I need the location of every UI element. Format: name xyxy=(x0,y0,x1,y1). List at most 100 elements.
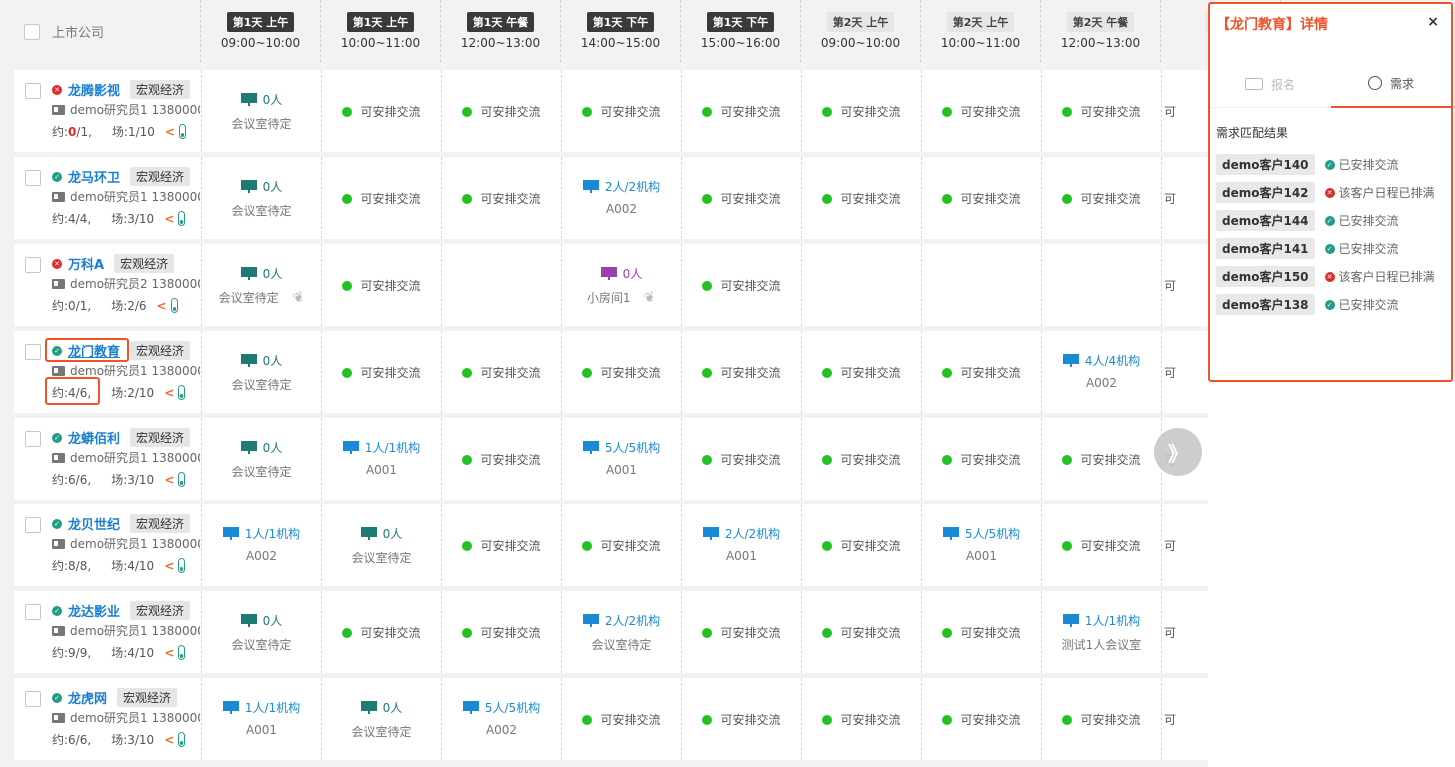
client-tag[interactable]: demo客户141 xyxy=(1216,238,1315,259)
row-checkbox[interactable] xyxy=(25,344,41,360)
share-icon[interactable]: < xyxy=(157,299,167,313)
company-name-link[interactable]: 龙达影业 xyxy=(68,601,120,620)
schedule-slot[interactable]: 可安排交流 xyxy=(921,591,1041,673)
client-tag[interactable]: demo客户144 xyxy=(1216,210,1315,231)
schedule-slot[interactable]: 可安排交流 xyxy=(441,157,561,239)
thermometer-icon[interactable] xyxy=(178,558,186,573)
schedule-slot[interactable]: 可安排交流 xyxy=(681,678,801,760)
schedule-slot[interactable]: 可安排交流 xyxy=(801,157,921,239)
thermometer-icon[interactable] xyxy=(170,298,178,313)
schedule-slot[interactable]: 2人/2机构 A002 xyxy=(561,157,681,239)
schedule-slot[interactable]: 可安排交流 xyxy=(561,678,681,760)
share-icon[interactable]: < xyxy=(164,473,174,487)
share-icon[interactable]: < xyxy=(164,646,174,660)
schedule-slot[interactable]: 可安排交流 xyxy=(321,591,441,673)
schedule-slot[interactable]: 5人/5机构 A001 xyxy=(921,504,1041,586)
schedule-slot[interactable]: 可安排交流 xyxy=(801,418,921,500)
schedule-slot[interactable]: 1人/1机构 A002 xyxy=(201,504,321,586)
row-checkbox[interactable] xyxy=(25,691,41,707)
schedule-slot[interactable]: 可安排交流 xyxy=(921,157,1041,239)
company-name-link[interactable]: 龙腾影视 xyxy=(68,80,120,99)
schedule-slot[interactable]: 可安排交流 xyxy=(441,504,561,586)
schedule-slot[interactable]: 可安排交流 xyxy=(681,157,801,239)
schedule-slot[interactable]: 可安排交流 xyxy=(681,418,801,500)
schedule-slot[interactable]: 2人/2机构 会议室待定 xyxy=(561,591,681,673)
schedule-slot[interactable]: 0人 会议室待定 xyxy=(321,504,441,586)
thermometer-icon[interactable] xyxy=(178,385,186,400)
company-name-link[interactable]: 龙虎网 xyxy=(68,688,107,707)
client-tag[interactable]: demo客户150 xyxy=(1216,266,1315,287)
schedule-slot[interactable]: 可安排交流 xyxy=(921,70,1041,152)
row-checkbox[interactable] xyxy=(25,257,41,273)
schedule-slot[interactable]: 可安排交流 xyxy=(441,591,561,673)
schedule-slot[interactable]: 0人 会议室待定 xyxy=(201,70,321,152)
schedule-slot[interactable]: 可安排交流 xyxy=(561,331,681,413)
share-icon[interactable]: < xyxy=(164,212,174,226)
schedule-slot[interactable]: 1人/1机构 A001 xyxy=(321,418,441,500)
schedule-slot[interactable]: 1人/1机构 A001 xyxy=(201,678,321,760)
schedule-slot[interactable]: 4人/4机构 A002 xyxy=(1041,331,1161,413)
schedule-slot[interactable]: 可安排交流 xyxy=(801,678,921,760)
schedule-slot[interactable]: 可安排交流 xyxy=(801,70,921,152)
schedule-slot[interactable]: 可安排交流 xyxy=(321,244,441,326)
thermometer-icon[interactable] xyxy=(178,732,186,747)
schedule-slot[interactable]: 可安排交流 xyxy=(321,331,441,413)
row-checkbox[interactable] xyxy=(25,170,41,186)
close-icon[interactable]: × xyxy=(1427,14,1439,30)
schedule-slot[interactable]: 可安排交流 xyxy=(1041,157,1161,239)
thermometer-icon[interactable] xyxy=(178,211,186,226)
company-name-link[interactable]: 龙马环卫 xyxy=(68,167,120,186)
row-checkbox[interactable] xyxy=(25,604,41,620)
schedule-slot[interactable]: 可安排交流 xyxy=(561,504,681,586)
schedule-slot[interactable]: 可安排交流 xyxy=(681,591,801,673)
schedule-slot[interactable]: 可安排交流 xyxy=(801,504,921,586)
company-name-link[interactable]: 龙贝世纪 xyxy=(68,514,120,533)
schedule-slot[interactable]: 可安排交流 xyxy=(441,418,561,500)
schedule-slot[interactable]: 可安排交流 xyxy=(1041,504,1161,586)
feather-icon[interactable]: ❦ xyxy=(290,288,306,307)
schedule-slot[interactable]: 可安排交流 xyxy=(681,331,801,413)
schedule-slot[interactable]: 可安排交流 xyxy=(801,591,921,673)
schedule-slot[interactable]: 0人 会议室待定 xyxy=(201,591,321,673)
client-tag[interactable]: demo客户140 xyxy=(1216,154,1315,175)
schedule-slot[interactable]: 可安排交流 xyxy=(561,70,681,152)
share-icon[interactable]: < xyxy=(165,125,175,139)
thermometer-icon[interactable] xyxy=(178,124,186,139)
schedule-slot[interactable]: 可安排交流 xyxy=(1041,70,1161,152)
schedule-slot[interactable]: 可安排交流 xyxy=(921,331,1041,413)
schedule-slot[interactable]: 可安排交流 xyxy=(321,157,441,239)
row-checkbox[interactable] xyxy=(25,431,41,447)
tab-signup[interactable]: 报名 xyxy=(1210,60,1330,108)
schedule-slot[interactable]: 可安排交流 xyxy=(801,331,921,413)
feather-icon[interactable]: ❦ xyxy=(642,288,658,307)
client-tag[interactable]: demo客户138 xyxy=(1216,294,1315,315)
share-icon[interactable]: < xyxy=(164,386,174,400)
thermometer-icon[interactable] xyxy=(178,645,186,660)
schedule-slot[interactable]: 5人/5机构 A001 xyxy=(561,418,681,500)
schedule-slot[interactable]: 0人 会议室待定 xyxy=(201,418,321,500)
row-checkbox[interactable] xyxy=(25,517,41,533)
schedule-slot[interactable]: 可安排交流 xyxy=(321,70,441,152)
schedule-slot[interactable]: 2人/2机构 A001 xyxy=(681,504,801,586)
schedule-slot[interactable]: 可安排交流 xyxy=(441,70,561,152)
schedule-slot[interactable]: 可安排交流 xyxy=(681,244,801,326)
schedule-slot[interactable]: 可安排交流 xyxy=(1041,678,1161,760)
scroll-right-button[interactable]: 》 xyxy=(1154,428,1202,476)
select-all-checkbox[interactable] xyxy=(24,23,40,40)
schedule-slot[interactable]: 5人/5机构 A002 xyxy=(441,678,561,760)
share-icon[interactable]: < xyxy=(164,733,174,747)
schedule-slot[interactable]: 可安排交流 xyxy=(921,418,1041,500)
row-checkbox[interactable] xyxy=(25,83,41,99)
share-icon[interactable]: < xyxy=(164,559,174,573)
schedule-slot[interactable]: 0人 会议室待定 xyxy=(321,678,441,760)
schedule-slot[interactable]: 可安排交流 xyxy=(921,678,1041,760)
tab-demand[interactable]: 需求 xyxy=(1331,60,1451,108)
schedule-slot[interactable]: 可安排交流 xyxy=(1041,418,1161,500)
schedule-slot[interactable]: 0人 会议室待定 ❦ xyxy=(201,244,321,326)
client-tag[interactable]: demo客户142 xyxy=(1216,182,1315,203)
company-name-link[interactable]: 万科A xyxy=(68,254,104,273)
company-name-link[interactable]: 龙蟒佰利 xyxy=(68,428,120,447)
schedule-slot[interactable]: 可安排交流 xyxy=(441,331,561,413)
schedule-slot[interactable]: 1人/1机构 测试1人会议室 xyxy=(1041,591,1161,673)
thermometer-icon[interactable] xyxy=(178,472,186,487)
